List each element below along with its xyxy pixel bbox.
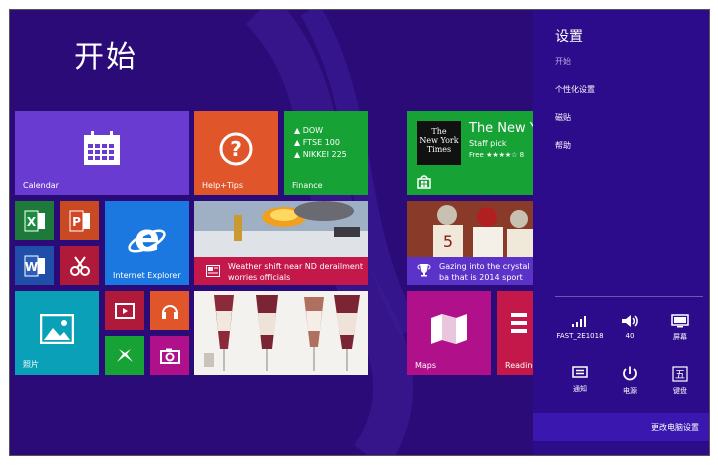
maps-tile[interactable]: Maps	[407, 291, 491, 375]
change-pc-settings-link[interactable]: 更改电脑设置	[651, 422, 699, 433]
photos-tile[interactable]: 照片	[15, 291, 99, 375]
headphones-icon	[161, 304, 178, 319]
scissors-icon	[69, 255, 90, 276]
svg-text:?: ?	[230, 137, 242, 161]
xbox-icon	[116, 348, 133, 362]
photo-icon	[40, 313, 74, 344]
quick-volume[interactable]: 40	[605, 314, 655, 340]
news-photo	[194, 201, 368, 257]
settings-link-tiles[interactable]: 磁贴	[555, 112, 571, 123]
word-tile[interactable]: W	[15, 246, 54, 285]
quick-keyboard[interactable]: 五 键盘	[655, 366, 705, 396]
quick-network[interactable]: FAST_2E1018	[555, 314, 605, 340]
settings-subtitle: 开始	[555, 57, 571, 66]
newspaper-icon	[206, 265, 220, 277]
nyt-title: The New Y	[469, 121, 537, 136]
camera-icon	[159, 348, 180, 364]
quick-volume-label: 40	[625, 332, 635, 340]
question-icon: ?	[219, 132, 253, 166]
reading-list-icon	[511, 313, 527, 333]
sports-caption-bar: Gazing into the crystal ba that is 2014 …	[407, 257, 537, 285]
internet-explorer-tile[interactable]: e Internet Explorer	[105, 201, 189, 285]
excel-icon: X	[24, 210, 45, 231]
settings-charm-panel: 设置 开始 个性化设置 磁贴 帮助 FAST_2E1018 40 屏幕 通知 电…	[533, 10, 709, 455]
calendar-tile[interactable]: Calendar	[15, 111, 189, 195]
powerpoint-tile[interactable]: P	[60, 201, 99, 240]
snipping-tool-tile[interactable]	[60, 246, 99, 285]
svg-text:X: X	[26, 215, 36, 229]
volume-icon	[622, 315, 638, 327]
news-tile[interactable]: Weather shift near ND derailment worries…	[194, 201, 368, 285]
camera-tile[interactable]	[150, 336, 189, 375]
quick-notifications[interactable]: 通知	[555, 366, 605, 394]
svg-text:W: W	[24, 260, 37, 274]
wifi-icon	[572, 316, 586, 327]
internet-explorer-label: Internet Explorer	[113, 271, 181, 280]
screen-icon	[671, 314, 689, 328]
photos-label: 照片	[23, 360, 39, 369]
quick-keyboard-label: 键盘	[673, 387, 687, 395]
settings-title: 设置	[555, 29, 583, 45]
settings-divider	[555, 296, 703, 297]
maps-label: Maps	[415, 361, 437, 370]
food-drink-tile[interactable]	[194, 291, 368, 375]
help-tips-tile[interactable]: ? Help+Tips	[194, 111, 278, 195]
keyboard-icon: 五	[672, 366, 688, 382]
reading-list-tile[interactable]: Reading	[497, 291, 537, 375]
calendar-label: Calendar	[23, 181, 59, 190]
powerpoint-icon: P	[69, 210, 90, 231]
music-tile[interactable]	[150, 291, 189, 330]
quick-screen[interactable]: 屏幕	[655, 314, 705, 342]
svg-text:五: 五	[675, 370, 685, 381]
word-icon: W	[24, 255, 45, 276]
internet-explorer-icon: e	[128, 219, 166, 259]
video-tile[interactable]	[105, 291, 144, 330]
settings-link-help[interactable]: 帮助	[555, 140, 571, 151]
svg-text:P: P	[72, 215, 81, 229]
video-icon	[114, 302, 135, 319]
map-icon	[431, 313, 467, 344]
start-title: 开始	[74, 40, 138, 75]
power-icon	[623, 366, 637, 381]
news-caption: Weather shift near ND derailment worries…	[228, 262, 364, 282]
help-tips-label: Help+Tips	[202, 181, 244, 190]
finance-tile[interactable]: ▲ DOW ▲ FTSE 100 ▲ NIKKEI 225 Finance	[284, 111, 368, 195]
change-pc-settings-bar: 更改电脑设置	[533, 413, 709, 441]
games-tile[interactable]	[105, 336, 144, 375]
nyt-staff-pick: Staff pick	[469, 139, 507, 148]
sports-tile[interactable]: 5 Gazing into the crystal ba that is 201…	[407, 201, 537, 285]
dessert-photo	[194, 291, 368, 375]
trophy-icon	[417, 264, 431, 277]
quick-power[interactable]: 电源	[605, 366, 655, 396]
finance-line-ftse: ▲ FTSE 100	[294, 138, 340, 147]
quick-network-label: FAST_2E1018	[556, 332, 604, 340]
svg-text:5: 5	[443, 232, 453, 251]
quick-screen-label: 屏幕	[673, 333, 687, 341]
news-caption-bar: Weather shift near ND derailment worries…	[194, 257, 368, 285]
sports-caption: Gazing into the crystal ba that is 2014 …	[439, 262, 530, 282]
nyt-logo: The New York Times	[417, 121, 461, 165]
sports-photo: 5	[407, 201, 537, 257]
notifications-icon	[572, 366, 588, 378]
quick-notifications-label: 通知	[573, 385, 587, 393]
settings-link-personalize[interactable]: 个性化设置	[555, 84, 595, 95]
finance-line-nikkei: ▲ NIKKEI 225	[294, 150, 347, 159]
quick-power-label: 电源	[623, 387, 637, 395]
nyt-rating: Free ★★★★☆ 8	[469, 151, 525, 159]
calendar-icon	[84, 130, 120, 165]
store-icon	[417, 175, 431, 189]
excel-tile[interactable]: X	[15, 201, 54, 240]
finance-label: Finance	[292, 181, 323, 190]
finance-line-dow: ▲ DOW	[294, 126, 324, 135]
start-screen: 开始 Calendar ? Help+Tips ▲ DOW ▲ FTSE 100…	[9, 9, 710, 456]
store-nyt-tile[interactable]: The New York Times The New Y Staff pick Fr…	[407, 111, 537, 195]
